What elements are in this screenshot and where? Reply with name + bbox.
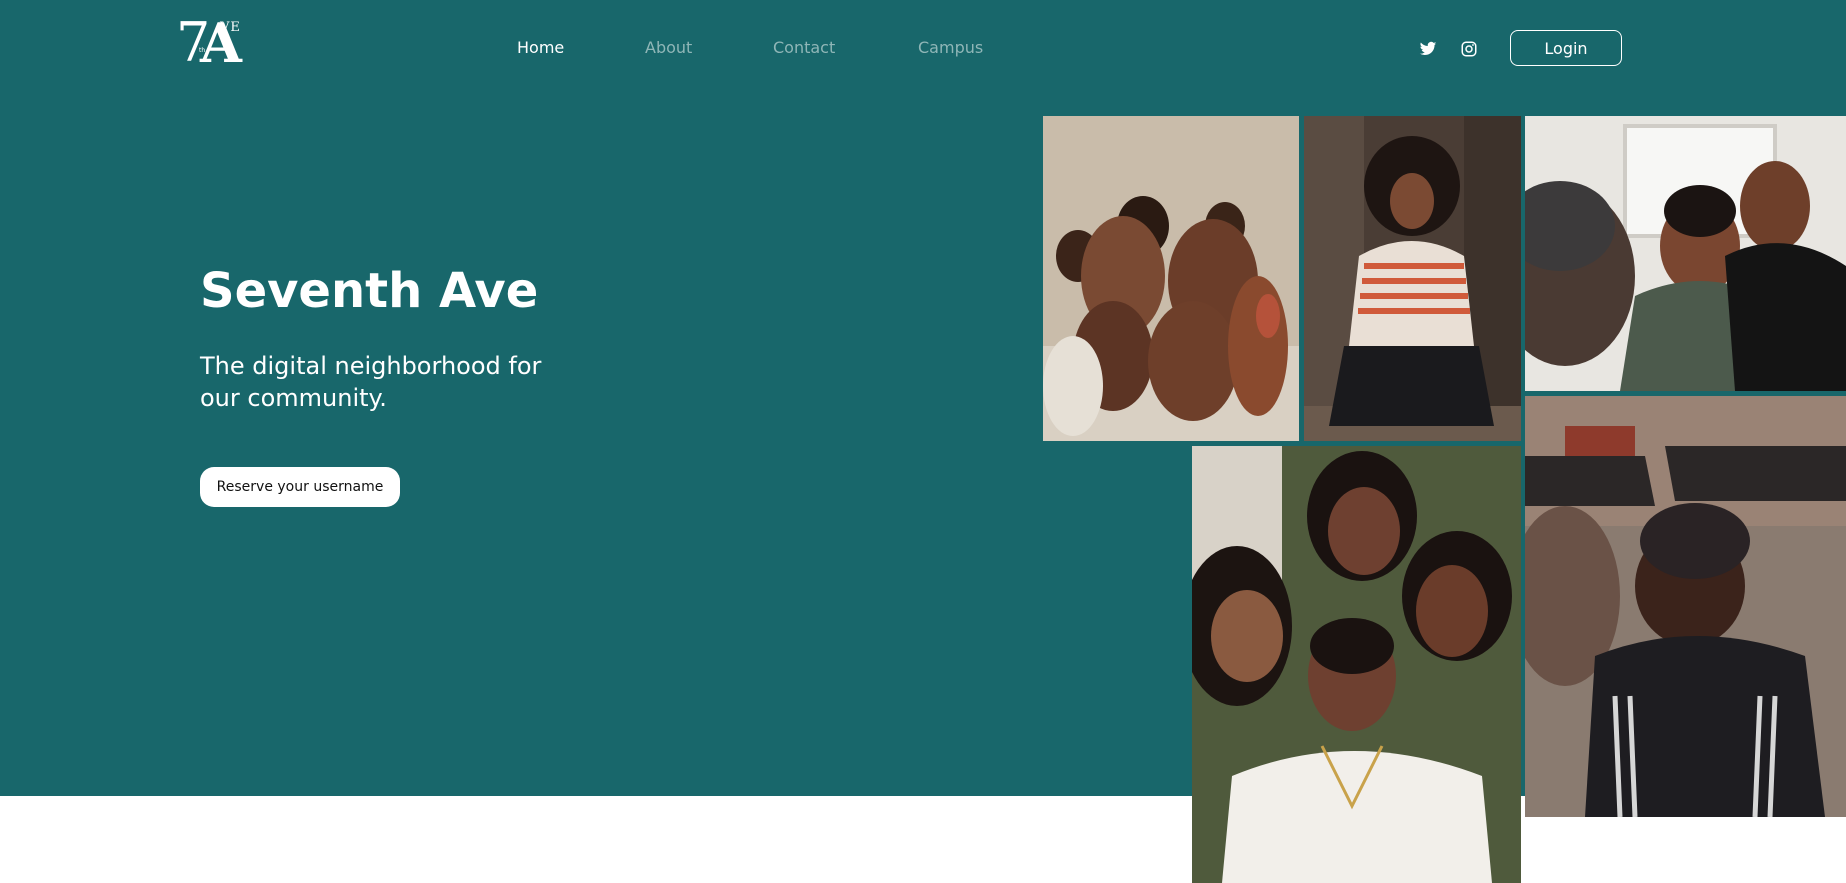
instagram-icon[interactable] [1460,40,1478,58]
hero-title: Seventh Ave [200,263,539,319]
photo-men-street [1525,396,1846,817]
logo-ve: VE [220,20,241,35]
twitter-icon[interactable] [1419,40,1437,58]
hero-subtitle: The digital neighborhood for our communi… [200,352,542,412]
logo[interactable]: 7 A VE th [176,14,242,73]
reserve-username-button[interactable]: Reserve your username [200,467,400,507]
photo-group-men [1043,116,1299,441]
photo-friends-laughing [1525,116,1846,391]
login-button[interactable]: Login [1510,30,1622,66]
nav-about[interactable]: About [645,38,692,58]
logo-th: th [199,47,206,54]
photo-woman-sitting [1304,116,1521,441]
nav-contact[interactable]: Contact [773,38,835,58]
nav-home[interactable]: Home [517,38,564,58]
photo-women-group [1192,446,1521,883]
nav-campus[interactable]: Campus [918,38,983,58]
